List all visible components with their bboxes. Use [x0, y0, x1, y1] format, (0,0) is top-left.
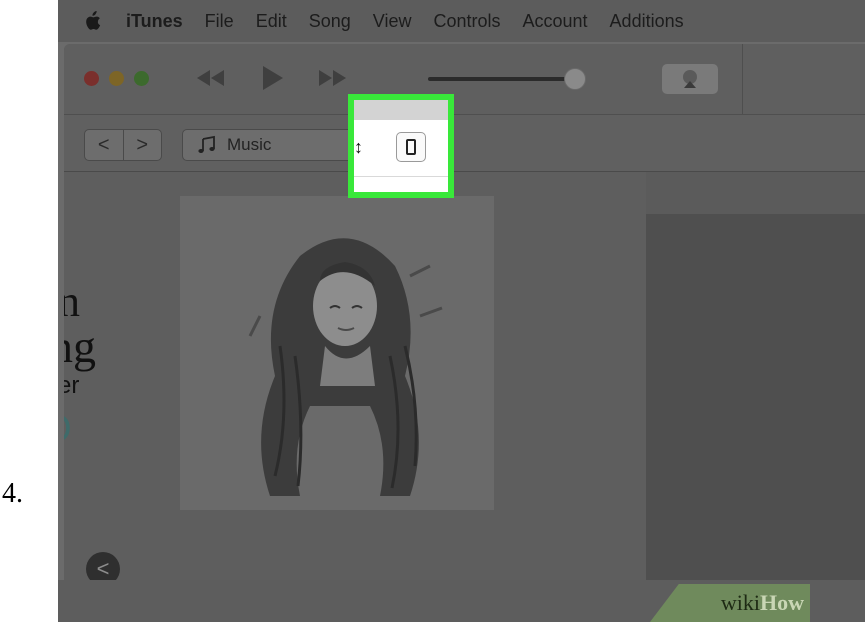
history-buttons: < > [84, 129, 162, 161]
itunes-window: < > Music n ng er O [64, 44, 865, 604]
title-bar [64, 44, 865, 114]
highlight-divider [354, 176, 448, 177]
menu-itunes[interactable]: iTunes [126, 11, 183, 32]
device-button-highlight: ↕ [348, 94, 454, 198]
album-title-fragment-2: ng [64, 321, 96, 372]
select-stepper-arrow[interactable]: ↕ [354, 132, 370, 162]
menu-file[interactable]: File [205, 11, 234, 32]
phone-glyph [406, 139, 416, 155]
fast-forward-icon[interactable] [316, 66, 350, 90]
apple-logo-icon[interactable] [78, 0, 106, 42]
volume-slider-knob[interactable] [564, 68, 586, 90]
menu-additions[interactable]: Additions [610, 11, 684, 32]
rewind-icon[interactable] [194, 66, 228, 90]
watermark-how: How [760, 590, 804, 615]
forward-button[interactable]: > [122, 130, 162, 160]
step-number: 4. [2, 478, 23, 509]
iphone-icon[interactable] [396, 132, 426, 162]
watermark-wiki: wiki [720, 590, 760, 615]
media-kind-label: Music [227, 135, 272, 154]
menu-controls[interactable]: Controls [433, 11, 500, 32]
title-bar-divider [742, 44, 743, 114]
menu-view[interactable]: View [373, 11, 412, 32]
album-detail-panel: n ng er O [64, 172, 646, 604]
play-icon[interactable] [260, 66, 284, 90]
menu-edit[interactable]: Edit [256, 11, 287, 32]
back-button[interactable]: < [85, 130, 123, 160]
menu-account[interactable]: Account [523, 11, 588, 32]
music-note-icon [197, 135, 217, 155]
close-window-button[interactable] [84, 71, 99, 86]
minimize-window-button[interactable] [109, 71, 124, 86]
accent-fragment: O [64, 408, 72, 451]
menu-bar: iTunes File Edit Song View Controls Acco… [58, 0, 865, 42]
volume-slider-track[interactable] [428, 77, 574, 81]
side-panel [646, 214, 865, 604]
album-artwork[interactable] [180, 196, 494, 510]
artist-name-fragment: er [64, 372, 80, 399]
zoom-window-button[interactable] [134, 71, 149, 86]
screenshot-frame: iTunes File Edit Song View Controls Acco… [58, 0, 865, 622]
menu-song[interactable]: Song [309, 11, 351, 32]
airplay-icon[interactable] [662, 64, 718, 94]
highlight-title-strip [354, 100, 448, 120]
main-content: n ng er O [64, 172, 865, 604]
navigation-bar: < > Music [64, 114, 865, 172]
